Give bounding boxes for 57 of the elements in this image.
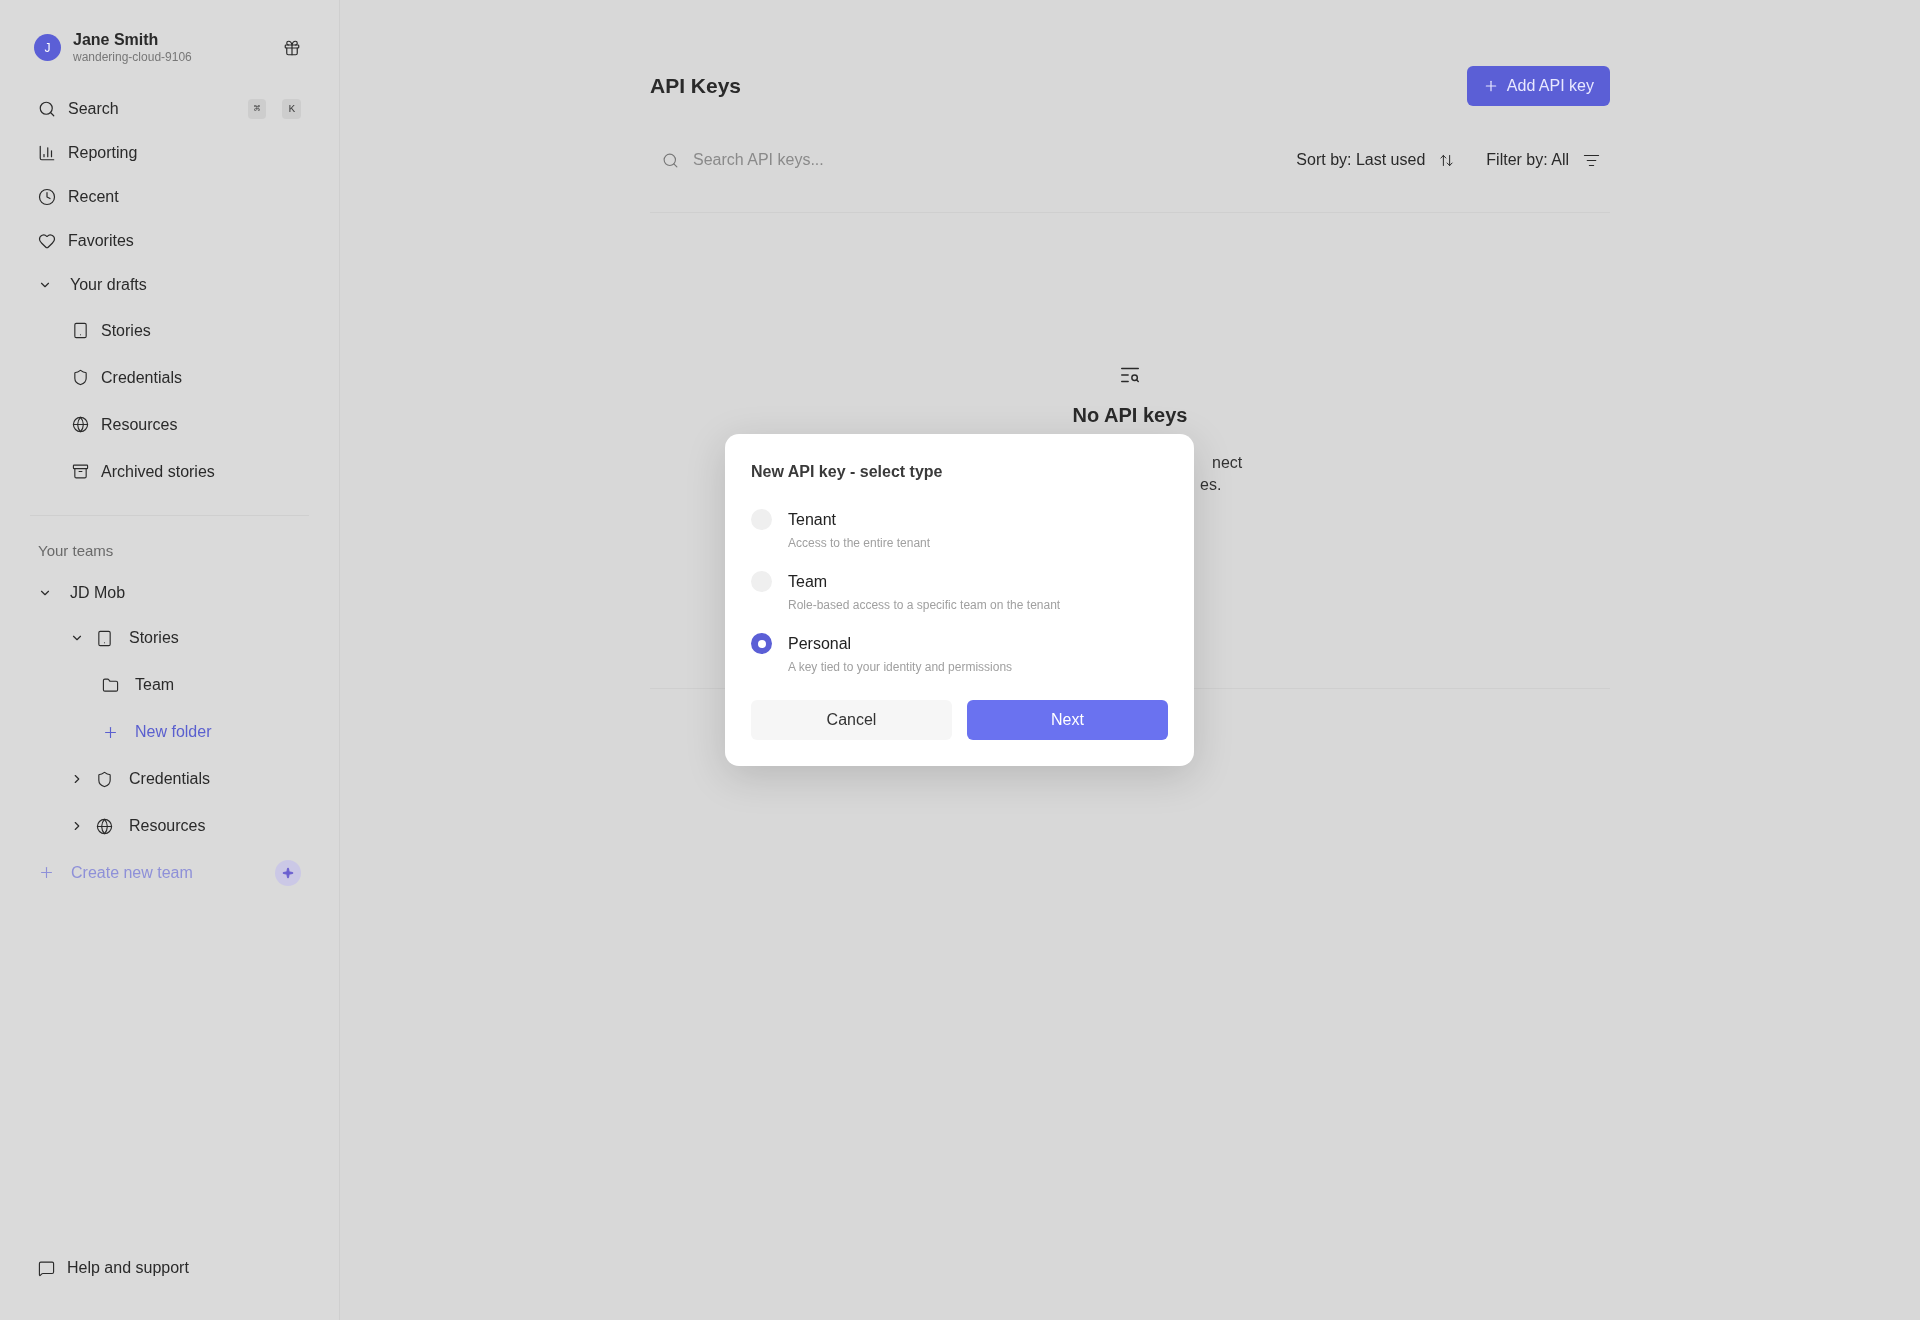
search-icon [38,100,56,118]
sidebar-item[interactable]: Favorites [30,219,309,263]
avatar[interactable]: J [34,34,61,61]
shield-icon [72,369,89,386]
empty-description: nect [1212,453,1243,473]
bar-chart-icon [38,144,56,162]
section-heading: Your teams [37,541,115,561]
user-name: Jane Smith [73,30,160,50]
sidebar-item[interactable]: Your drafts [30,263,309,307]
user-handle: wandering-cloud-9106 [73,50,193,65]
search-icon [662,151,679,169]
sidebar-item[interactable]: Resources [30,401,309,448]
sort-button[interactable]: Sort by: Last used [1296,148,1455,172]
filter-button[interactable]: Filter by: All [1486,148,1600,172]
add-api-key-button[interactable]: Add API key [1466,66,1610,106]
sparkle-button[interactable] [275,859,301,886]
sidebar-item[interactable]: Stories [30,614,309,662]
empty-description: es. [1200,475,1222,495]
new-folder-link[interactable]: New folder [30,708,309,756]
empty-heading: No API keys [1072,403,1188,428]
sidebar-item[interactable]: Credentials [30,354,309,401]
option-label: Personal [788,634,853,654]
option-label: Team [788,572,829,592]
sidebar-item[interactable]: Resources [30,802,309,850]
gift-icon[interactable] [283,38,301,57]
sidebar-item[interactable]: Reporting [30,131,309,175]
sort-arrows-icon [1439,152,1455,168]
sidebar-item[interactable]: Recent [30,175,309,219]
folder-icon [102,676,119,694]
heart-icon [38,232,56,250]
sidebar-item[interactable]: Search ⌘ K [30,87,309,131]
sidebar-item[interactable]: Credentials [30,755,309,803]
sparkle-icon [282,866,294,879]
search-field[interactable]: Search API keys... [693,148,1093,172]
clock-icon [38,188,56,206]
dialog-title: New API key - select type [751,462,944,482]
option-description: Role-based access to a specific team on the tenant [788,597,1061,614]
shield-icon [96,770,113,788]
page-title: API Keys [650,73,742,100]
radio-button[interactable] [751,633,772,654]
shortcut-key: ⌘ [247,98,267,120]
option-description: Access to the entire tenant [788,535,931,552]
shortcut-key: K [282,98,301,120]
archive-icon [72,463,89,480]
option-description: A key tied to your identity and permissions [788,659,1013,676]
option-label: Tenant [788,510,838,530]
sidebar-item[interactable]: Team [30,661,309,709]
sidebar-item[interactable]: Help and support [30,1248,309,1288]
globe-icon [72,416,89,433]
next-button[interactable]: Next [967,700,1168,740]
plus-icon [38,864,55,881]
globe-icon [96,817,113,835]
sidebar-item[interactable]: Archived stories [30,448,309,495]
team-name[interactable]: JD Mob [30,570,309,615]
cancel-button[interactable]: Cancel [751,700,952,740]
sidebar-item[interactable]: Stories [30,307,309,354]
chat-icon [38,1259,55,1277]
